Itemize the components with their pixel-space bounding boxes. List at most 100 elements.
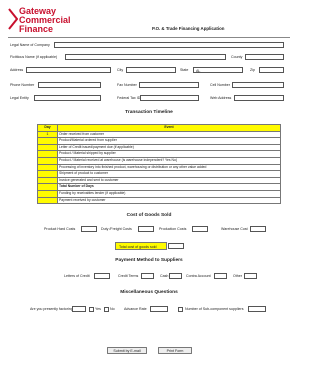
timeline-day-cell[interactable] [37,150,58,158]
total-cogs-label-box: Total cost of goods sold [115,242,167,250]
timeline-row: Product / Material received at warehouse… [37,156,281,165]
event-column-header: Event [57,124,281,132]
timeline-event-cell: Funding by receivables lender (if applic… [57,189,281,198]
timeline-event-cell: Invoice generated and sent to customer [57,176,281,185]
total-cogs-field[interactable] [168,243,184,249]
product-hard-costs-label: Product Hard Costs [44,227,76,231]
submit-email-button[interactable]: Submit by E-mail [107,347,147,354]
timeline-day-cell[interactable] [37,196,58,205]
timeline-row: Payment received by customer [37,196,281,205]
credit-terms-field[interactable] [141,273,154,279]
timeline-event-cell: Product/Material ordered from supplier [57,137,281,145]
payment-title: Payment Method to Suppliers [115,258,183,263]
timeline-event-cell: Product / Material shipped by supplier [57,150,281,158]
zip-field[interactable] [259,67,284,73]
timeline-row: 1 Order received from customer [37,130,281,139]
duty-freight-field[interactable] [138,226,154,232]
timeline-day-cell[interactable] [37,189,58,198]
timeline-event-cell: Order received from customer [57,130,281,139]
legal-entity-field[interactable] [34,95,101,101]
sub-component-label: Number of Sub-component suppliers [185,307,244,311]
timeline-title: Transaction Timeline [125,110,173,115]
yes-label: Yes [95,307,101,311]
sub-component-checkbox[interactable] [178,306,183,312]
day-column-header: Day [37,124,58,132]
timeline-event-cell: Payment received by customer [57,196,281,205]
contra-account-label: Contra Account [186,274,211,278]
timeline-event-cell: Letter of Credit issued/payment due (if … [57,143,281,152]
duty-freight-label: Duty /Freight Costs [101,227,132,231]
timeline-event-cell: Processing of inventory into finished pr… [57,163,281,172]
no-label: No [110,307,115,311]
legal-name-field[interactable] [54,42,284,48]
total-cogs-label: Total cost of goods sold [119,245,157,249]
timeline-row: Product / Material shipped by supplier [37,150,281,158]
contra-account-field[interactable] [214,273,227,279]
timeline-day-cell[interactable] [37,176,58,185]
logo-line-3: Finance [19,24,54,34]
other-field[interactable] [244,273,257,279]
timeline-event-cell: Product / Material received at warehouse… [57,156,281,165]
fictitious-name-field[interactable] [65,54,226,60]
zip-label: Zip [250,68,255,72]
warehouse-cost-label: Warehouse Cost [221,227,248,231]
title-divider [8,37,290,38]
timeline-day-cell[interactable] [37,183,58,191]
misc-title: Miscellaneous Questions [120,290,178,295]
timeline-row: Letter of Credit issued/payment due (if … [37,143,281,152]
timeline-header-row: Day Event [37,124,281,132]
production-costs-field[interactable] [192,226,208,232]
phone-label: Phone Number [10,83,35,87]
document-title: P.O. & Trade Financing Application [152,26,225,31]
fictitious-name-label: Fictitious Name (if applicable) [10,55,58,59]
legal-name-label: Legal Name of Company [10,43,50,47]
other-label: Other [233,274,242,278]
fax-field[interactable] [139,82,199,88]
timeline-day-cell[interactable] [37,137,58,145]
state-value: AL [196,69,201,73]
timeline-day-cell[interactable] [37,143,58,152]
product-hard-costs-field[interactable] [81,226,97,232]
fax-label: Fax Number [117,83,137,87]
timeline-row: Funding by receivables lender (if applic… [37,189,281,198]
factoring-field[interactable] [72,306,86,312]
city-field[interactable] [126,67,176,73]
tax-id-field[interactable] [140,95,199,101]
tax-id-label: Federal Tax ID [117,96,141,100]
phone-field[interactable] [38,82,101,88]
timeline-day-cell[interactable] [37,170,58,178]
timeline-event-cell: Shipment of product to customer [57,170,281,178]
county-label: County [231,55,243,59]
legal-entity-label: Legal Entity [10,96,29,100]
timeline-day-cell[interactable]: 1 [37,130,58,139]
timeline-row: Product/Material ordered from supplier [37,137,281,145]
timeline-row: Invoice generated and sent to customer [37,176,281,185]
county-field[interactable] [245,54,284,60]
web-address-field[interactable] [234,95,284,101]
no-checkbox[interactable] [104,306,109,312]
yes-checkbox[interactable] [89,306,94,312]
letters-of-credit-field[interactable] [94,273,110,279]
sub-component-field[interactable] [248,306,266,312]
advance-rate-field[interactable] [150,306,168,312]
cash-field[interactable] [169,273,182,279]
timeline-row: Shipment of product to customer [37,170,281,178]
cogs-title: Cost of Goods Sold [126,213,172,218]
letters-of-credit-label: Letters of Credit [64,274,90,278]
credit-terms-label: Credit Terms [118,274,139,278]
factoring-question-label: Are you presently factoring [30,307,73,311]
production-costs-label: Production Costs [159,227,187,231]
address-field[interactable] [26,67,111,73]
city-label: City [117,68,124,72]
state-select[interactable]: AL [193,67,243,73]
warehouse-cost-field[interactable] [250,226,266,232]
timeline-row: Processing of inventory into finished pr… [37,163,281,172]
print-form-button[interactable]: Print Form [158,347,192,354]
timeline-day-cell[interactable] [37,163,58,172]
logo-arrow-icon [8,8,18,30]
cell-field[interactable] [232,82,284,88]
timeline-day-cell[interactable] [37,156,58,165]
timeline-table: Day Event 1 Order received from customer P… [37,124,281,205]
cash-label: Cash [160,274,169,278]
timeline-body: 1 Order received from customer Product/Mat… [37,130,281,205]
